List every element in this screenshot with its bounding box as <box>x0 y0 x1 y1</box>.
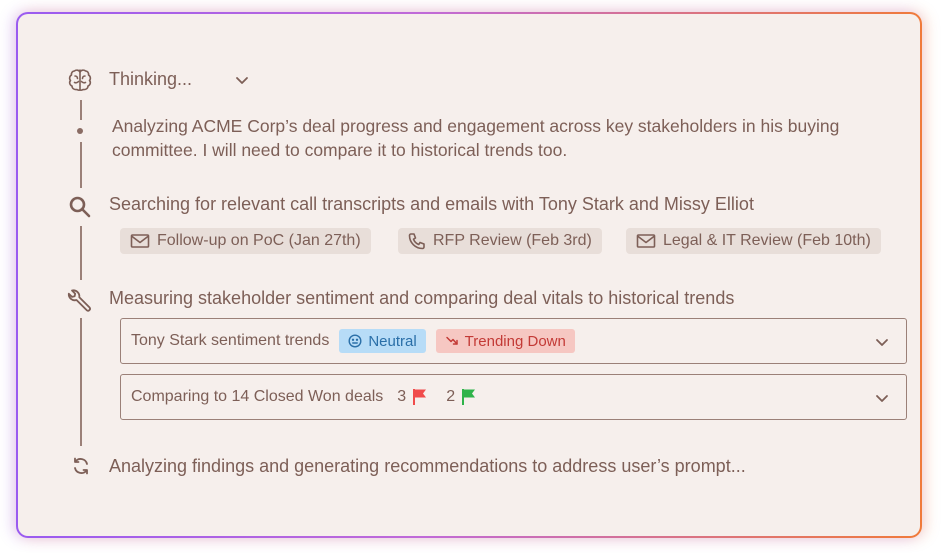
green-flag-count: 2 <box>446 388 477 406</box>
neutral-face-icon <box>348 334 362 348</box>
closed-won-comparison-panel[interactable]: Comparing to 14 Closed Won deals 3 2 <box>120 374 907 420</box>
timeline-dot <box>77 128 83 134</box>
timeline-line <box>80 318 82 446</box>
wrench-icon <box>67 286 95 314</box>
comparison-row-label: Comparing to 14 Closed Won deals <box>131 388 384 405</box>
thinking-label: Thinking... <box>109 69 193 89</box>
analysis-text: Analyzing ACME Corp’s deal progress and … <box>112 116 840 160</box>
red-flag-icon <box>412 388 428 406</box>
search-icon <box>67 194 93 220</box>
red-flag-count: 3 <box>397 388 428 406</box>
chip-legal-it-review[interactable]: Legal & IT Review (Feb 10th) <box>626 228 881 254</box>
chip-follow-up[interactable]: Follow-up on PoC (Jan 27th) <box>120 228 371 254</box>
trending-down-label: Trending Down <box>464 332 566 350</box>
search-step-text: Searching for relevant call transcripts … <box>109 194 754 214</box>
sentiment-row-label: Tony Stark sentiment trends <box>131 332 330 349</box>
measure-step-text: Measuring stakeholder sentiment and comp… <box>109 288 735 308</box>
mail-icon <box>636 233 656 249</box>
trending-down-icon <box>445 334 459 348</box>
brain-icon <box>66 66 94 94</box>
chevron-down-icon[interactable] <box>234 72 250 88</box>
red-flag-number: 3 <box>397 388 407 405</box>
sentiment-trends-panel[interactable]: Tony Stark sentiment trends Neutral Tren… <box>120 318 907 364</box>
trending-down-badge: Trending Down <box>435 329 575 353</box>
final-step-text: Analyzing findings and generating recomm… <box>109 456 746 476</box>
green-flag-icon <box>461 388 477 406</box>
green-flag-number: 2 <box>446 388 456 405</box>
timeline-line <box>80 226 82 280</box>
chip-label: Follow-up on PoC (Jan 27th) <box>157 232 361 249</box>
chevron-down-icon[interactable] <box>874 334 890 350</box>
chip-label: RFP Review (Feb 3rd) <box>433 232 592 249</box>
timeline-line <box>80 100 82 120</box>
neutral-badge: Neutral <box>339 329 426 353</box>
refresh-icon <box>71 456 91 476</box>
chevron-down-icon[interactable] <box>874 390 890 406</box>
mail-icon <box>130 233 150 249</box>
chip-label: Legal & IT Review (Feb 10th) <box>663 232 871 249</box>
timeline-line <box>80 142 82 188</box>
neutral-badge-label: Neutral <box>368 332 417 350</box>
phone-icon <box>408 232 426 250</box>
chip-rfp-review[interactable]: RFP Review (Feb 3rd) <box>398 228 602 254</box>
